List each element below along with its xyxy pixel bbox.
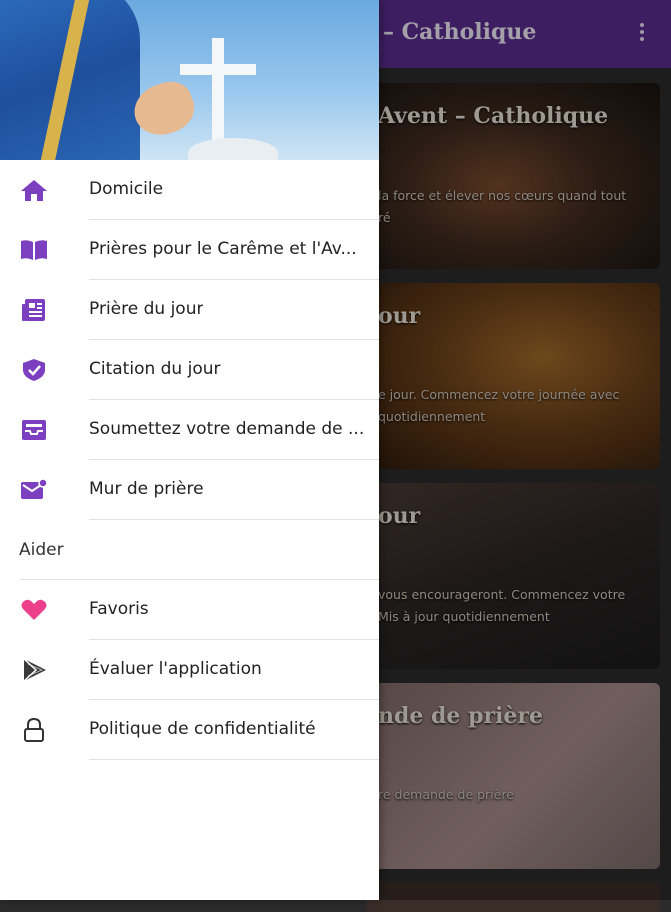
menu-item-label: Domicile (89, 179, 164, 199)
menu-item-favorites[interactable]: Favoris (0, 580, 379, 640)
news-icon (20, 298, 48, 322)
menu-item-label: Mur de prière (89, 479, 204, 499)
mail-icon (20, 478, 48, 502)
menu-item-prayer-of-day[interactable]: Prière du jour (0, 280, 379, 340)
menu-item-submit-request[interactable]: Soumettez votre demande de ... (0, 400, 379, 460)
menu-item-home[interactable]: Domicile (0, 160, 379, 220)
menu-item-label: Soumettez votre demande de ... (89, 419, 364, 439)
drawer-header-image (0, 0, 379, 160)
menu-item-label: Évaluer l'application (89, 659, 262, 679)
menu-item-rate-app[interactable]: Évaluer l'application (0, 640, 379, 700)
heart-icon (20, 598, 48, 622)
inbox-icon (20, 418, 48, 442)
shield-check-icon (20, 358, 48, 382)
menu-item-privacy-policy[interactable]: Politique de confidentialité (0, 700, 379, 760)
menu-item-lent-advent-prayers[interactable]: Prières pour le Carême et l'Av... (0, 220, 379, 280)
menu-item-label: Prières pour le Carême et l'Av... (89, 239, 357, 259)
navigation-drawer: Domicile Prières pour le Carême et l'Av.… (0, 0, 379, 900)
play-store-icon (20, 658, 48, 682)
menu-item-label: Favoris (89, 599, 149, 619)
menu-item-label: Politique de confidentialité (89, 719, 316, 739)
book-icon (20, 238, 48, 262)
menu-item-label: Prière du jour (89, 299, 204, 319)
menu-item-quote-of-day[interactable]: Citation du jour (0, 340, 379, 400)
menu-item-prayer-wall[interactable]: Mur de prière (0, 460, 379, 520)
section-header-help: Aider (19, 540, 64, 560)
lock-icon (20, 718, 48, 742)
home-icon (20, 178, 48, 202)
menu-item-label: Citation du jour (89, 359, 221, 379)
